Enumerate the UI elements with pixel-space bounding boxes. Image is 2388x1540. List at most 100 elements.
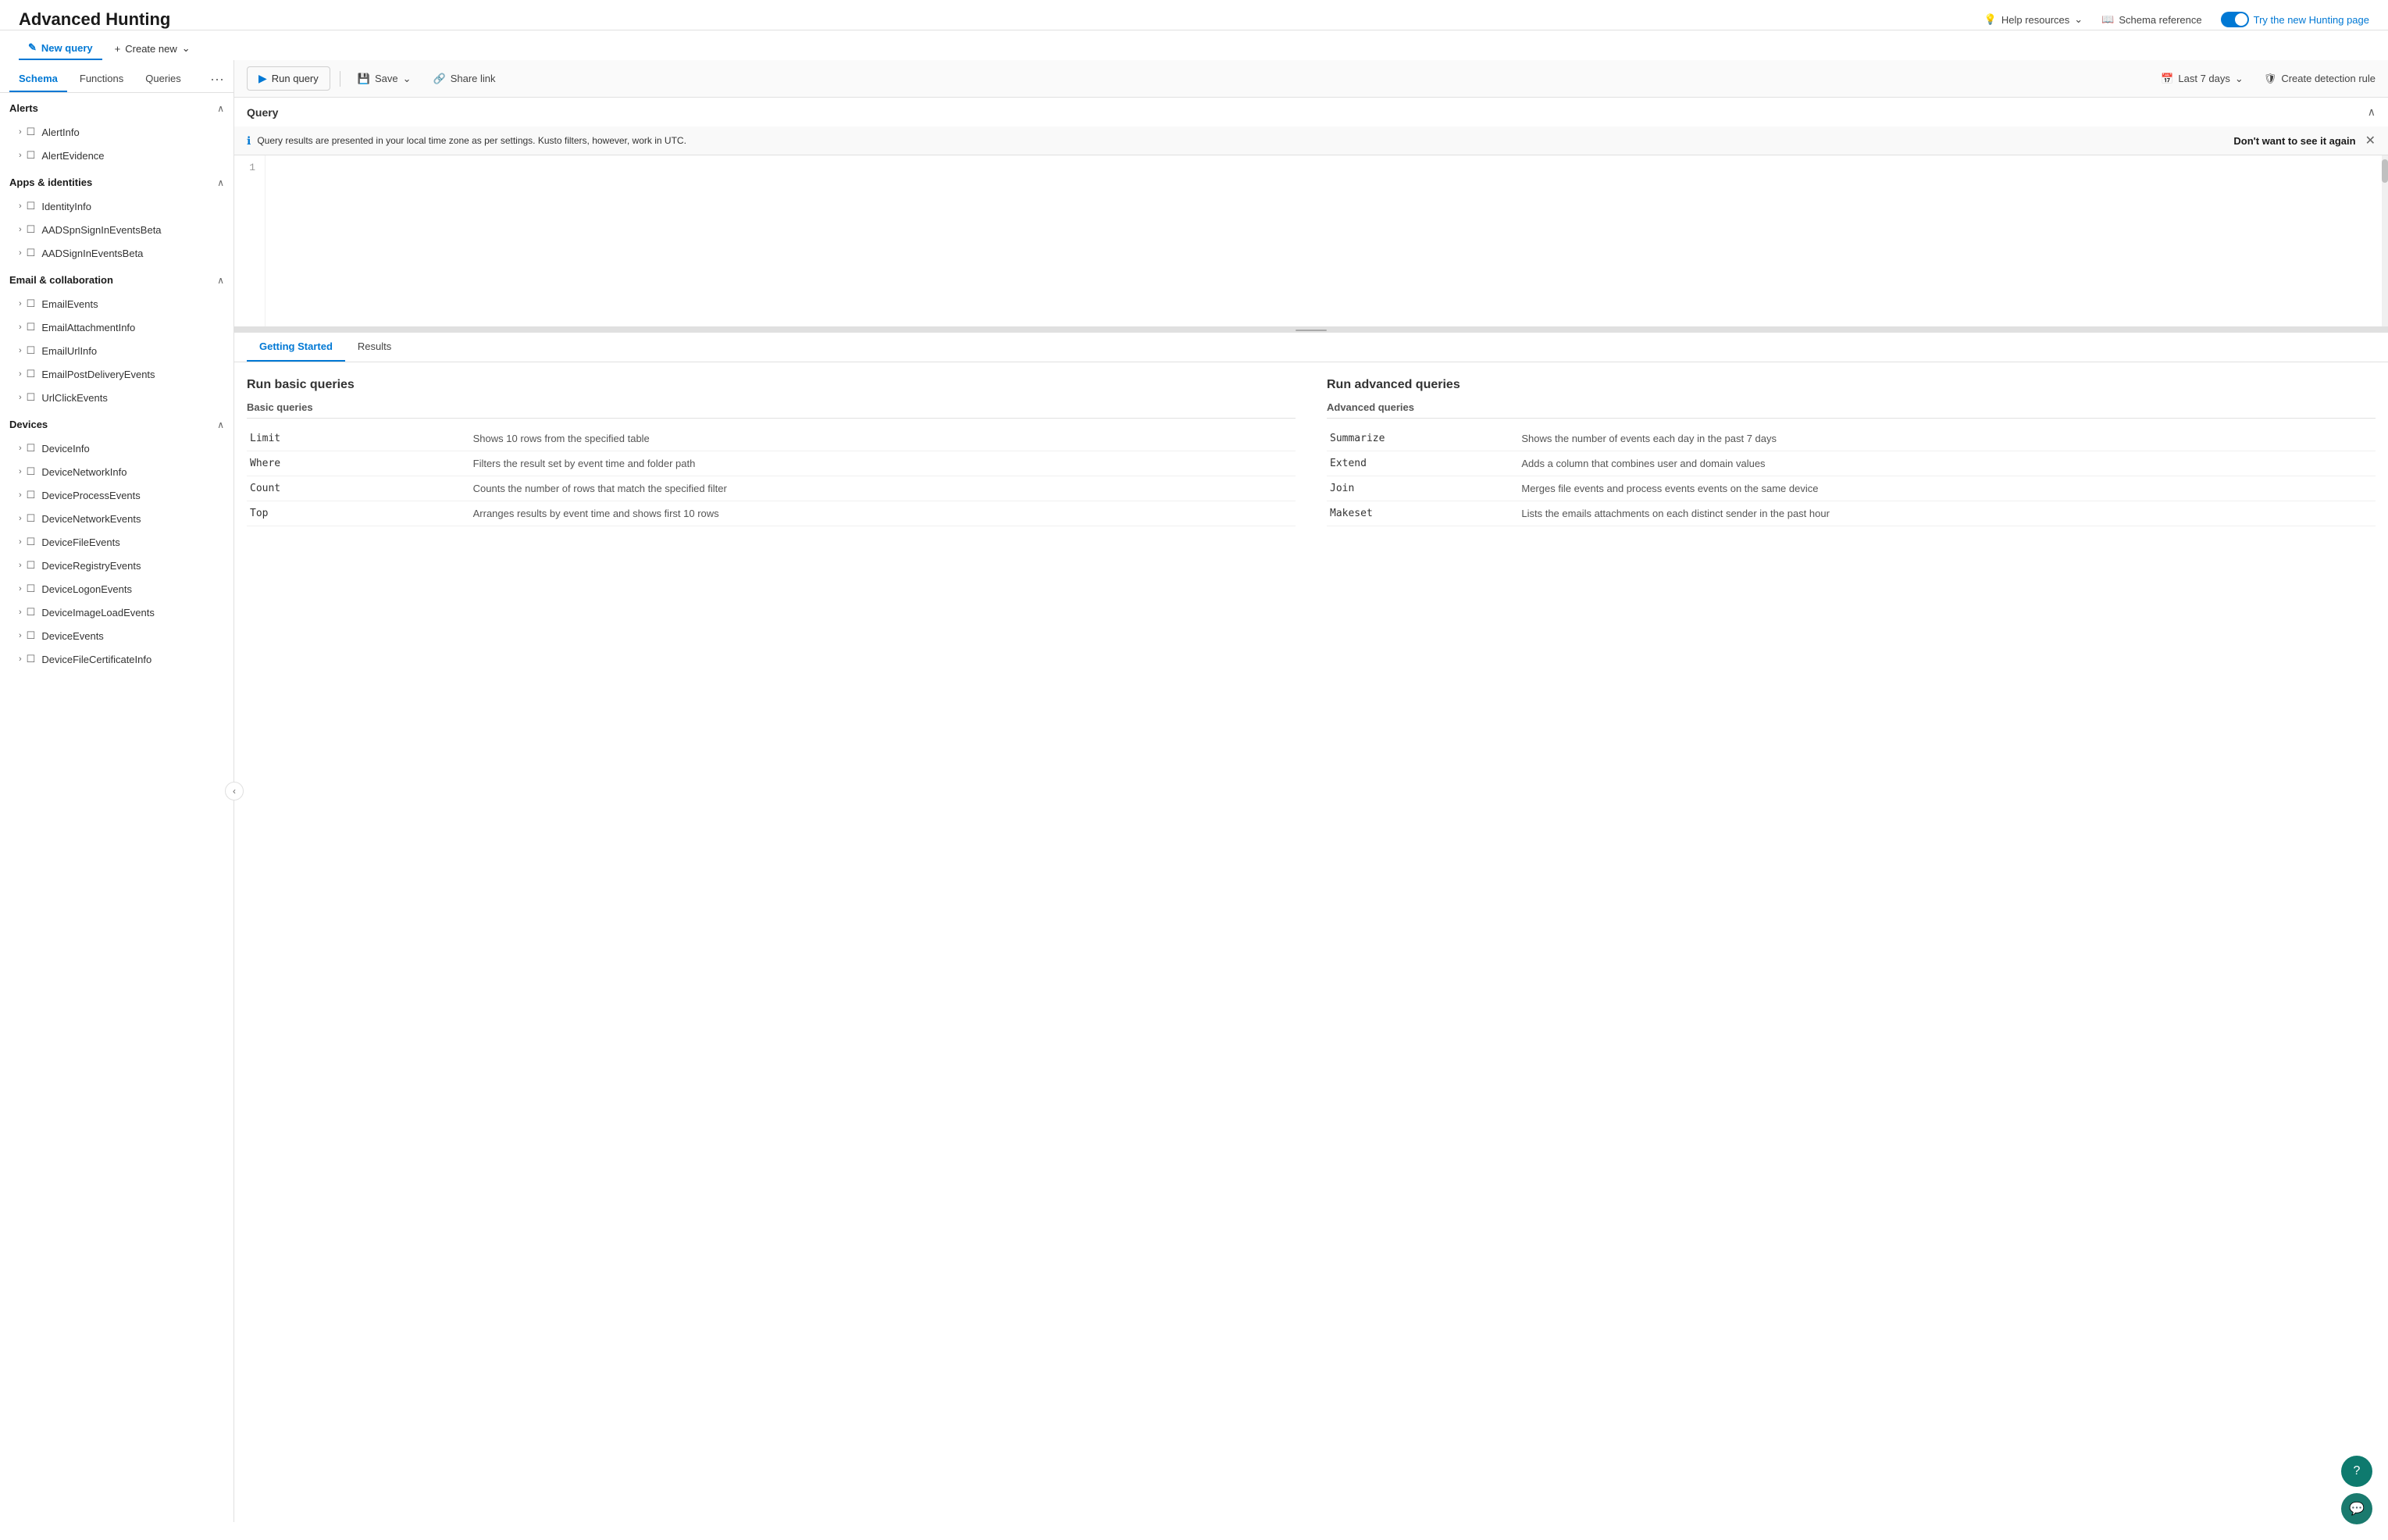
keyword-cell: Count [247,476,470,501]
schema-item-alertinfo[interactable]: › ☐ AlertInfo ⋮ [0,120,233,144]
query-section: Query ∧ ℹ Query results are presented in… [234,98,2388,328]
tab-queries[interactable]: Queries [136,66,191,92]
schema-item-aadsignin[interactable]: › ☐ AADSignInEventsBeta ⋮ [0,241,233,265]
schema-item-identityinfo[interactable]: › ☐ IdentityInfo ⋮ [0,194,233,218]
table-icon: ☐ [27,149,36,162]
sidebar: Schema Functions Queries ··· Alerts ∧ › … [0,60,234,1522]
schema-item-emailurlinfo[interactable]: › ☐ EmailUrlInfo ⋮ [0,339,233,362]
try-new-toggle[interactable]: Try the new Hunting page [2221,12,2369,27]
query-collapse-button[interactable]: ∧ [2368,105,2376,119]
schema-item-alertevidence[interactable]: › ☐ AlertEvidence ⋮ [0,144,233,167]
section-devices: Devices ∧ › ☐ DeviceInfo ⋮ › ☐ DeviceNet… [0,409,233,671]
table-icon: ☐ [27,536,36,548]
code-input[interactable] [266,155,2382,326]
table-icon: ☐ [27,247,36,259]
description-cell: Shows the number of events each day in t… [1518,426,2376,451]
expand-icon: › [19,444,22,453]
schema-item-devicelogonevents[interactable]: › ☐ DeviceLogonEvents ⋮ [0,577,233,601]
dismiss-button[interactable]: Don't want to see it again [2233,135,2355,147]
keyword-cell: Makeset [1327,501,1518,526]
basic-queries-subtitle: Basic queries [247,401,1296,419]
schema-item-emailevents[interactable]: › ☐ EmailEvents ⋮ [0,292,233,315]
save-icon: 💾 [358,73,370,85]
keyword-cell: Extend [1327,451,1518,476]
calendar-icon: 📅 [2161,73,2173,85]
toggle-switch[interactable] [2221,12,2249,27]
schema-item-deviceprocessevents[interactable]: › ☐ DeviceProcessEvents ⋮ [0,483,233,507]
chevron-down-icon: ⌄ [2074,13,2083,26]
table-icon: ☐ [27,606,36,618]
edit-icon: ✎ [28,41,37,54]
book-icon: 📖 [2101,13,2114,26]
table-icon: ☐ [27,126,36,138]
schema-item-devicefileevents[interactable]: › ☐ DeviceFileEvents ⋮ [0,530,233,554]
schema-item-deviceimageloadevents[interactable]: › ☐ DeviceImageLoadEvents ⋮ [0,601,233,624]
section-email-collaboration-header[interactable]: Email & collaboration ∧ [0,265,233,292]
schema-item-devicenetworkevents[interactable]: › ☐ DeviceNetworkEvents ⋮ [0,507,233,530]
sidebar-more-button[interactable]: ··· [210,71,224,87]
schema-item-emailpostdelivery[interactable]: › ☐ EmailPostDeliveryEvents ⋮ [0,362,233,386]
expand-icon: › [19,584,22,594]
section-devices-header[interactable]: Devices ∧ [0,409,233,437]
sidebar-collapse-button[interactable]: ‹ [225,782,244,800]
advanced-queries-subtitle: Advanced queries [1327,401,2376,419]
tab-schema[interactable]: Schema [9,66,67,92]
page-header: Advanced Hunting 💡 Help resources ⌄ 📖 Sc… [0,0,2388,30]
table-icon: ☐ [27,321,36,333]
plus-icon: + [115,43,121,55]
lightbulb-icon: 💡 [1984,13,1997,26]
editor-scroll-thumb [2382,159,2388,183]
support-icons: ? 💬 [2341,1456,2372,1524]
keyword-cell: Join [1327,476,1518,501]
query-toolbar-left: ▶ Run query 💾 Save ⌄ 🔗 Share link [247,66,504,91]
schema-item-urlclickevents[interactable]: › ☐ UrlClickEvents ⋮ [0,386,233,409]
schema-item-devicefilecertificateinfo[interactable]: › ☐ DeviceFileCertificateInfo ⋮ [0,647,233,671]
expand-icon: › [19,346,22,355]
email-collaboration-items: › ☐ EmailEvents ⋮ › ☐ EmailAttachmentInf… [0,292,233,409]
help-resources-button[interactable]: 💡 Help resources ⌄ [1984,13,2083,26]
apps-identities-chevron-icon: ∧ [217,177,224,188]
expand-icon: › [19,299,22,308]
info-icon: ℹ [247,134,251,148]
schema-item-deviceregistryevents[interactable]: › ☐ DeviceRegistryEvents ⋮ [0,554,233,577]
table-icon: ☐ [27,298,36,310]
expand-icon: › [19,248,22,258]
expand-icon: › [19,201,22,211]
table-icon: ☐ [27,629,36,642]
table-icon: ☐ [27,344,36,357]
tab-functions[interactable]: Functions [70,66,133,92]
section-apps-identities-header[interactable]: Apps & identities ∧ [0,167,233,194]
expand-icon: › [19,608,22,617]
link-icon: 🔗 [433,73,446,85]
close-icon[interactable]: ✕ [2365,133,2376,148]
last-days-selector[interactable]: 📅 Last 7 days ⌄ [2153,68,2251,90]
expand-icon: › [19,654,22,664]
new-query-button[interactable]: ✎ New query [19,37,102,60]
help-icon-button[interactable]: ? [2341,1456,2372,1487]
schema-item-deviceinfo[interactable]: › ☐ DeviceInfo ⋮ [0,437,233,460]
save-button[interactable]: 💾 Save ⌄ [350,68,419,90]
schema-item-aadspnsignin[interactable]: › ☐ AADSpnSignInEventsBeta ⋮ [0,218,233,241]
schema-item-deviceevents[interactable]: › ☐ DeviceEvents ⋮ [0,624,233,647]
table-row: Makeset Lists the emails attachments on … [1327,501,2376,526]
query-section-header: Query ∧ [234,98,2388,127]
schema-item-devicenetworkinfo[interactable]: › ☐ DeviceNetworkInfo ⋮ [0,460,233,483]
section-alerts-header[interactable]: Alerts ∧ [0,93,233,120]
expand-icon: › [19,323,22,332]
share-link-button[interactable]: 🔗 Share link [426,68,504,90]
schema-item-emailattachment[interactable]: › ☐ EmailAttachmentInfo ⋮ [0,315,233,339]
page-title: Advanced Hunting [19,9,170,30]
schema-reference-button[interactable]: 📖 Schema reference [2101,13,2201,26]
tab-getting-started[interactable]: Getting Started [247,333,345,362]
keyword-cell: Where [247,451,470,476]
editor-scrollbar[interactable] [2382,155,2388,326]
create-detection-button[interactable]: 🛡 Create detection rule [2264,73,2376,85]
advanced-queries-title: Run advanced queries [1327,378,2376,392]
description-cell: Arranges results by event time and shows… [470,501,1296,526]
main-layout: Schema Functions Queries ··· Alerts ∧ › … [0,60,2388,1522]
run-query-button[interactable]: ▶ Run query [247,66,330,91]
tab-results[interactable]: Results [345,333,404,362]
table-icon: ☐ [27,391,36,404]
chat-icon-button[interactable]: 💬 [2341,1493,2372,1524]
create-new-button[interactable]: + Create new ⌄ [105,37,200,59]
